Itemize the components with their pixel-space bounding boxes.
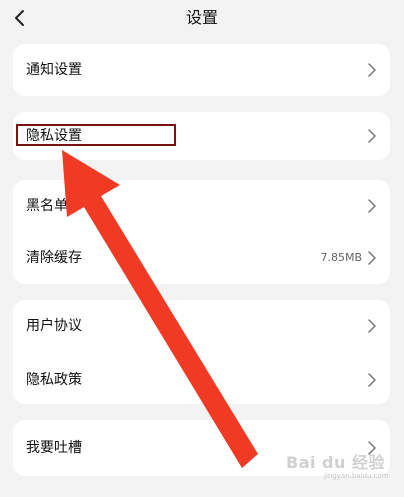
row-label: 用户协议 [26,318,82,334]
row-user-agreement[interactable]: 用户协议 [13,302,390,350]
header: 设置 [0,0,404,36]
cache-size-value: 7.85MB [320,251,362,264]
row-label: 黑名单 [26,198,68,214]
row-notification-settings[interactable]: 通知设置 [13,46,390,94]
chevron-right-icon [368,199,376,213]
page-title: 设置 [185,8,218,27]
chevron-right-icon [368,373,376,387]
row-privacy-policy[interactable]: 隐私政策 [13,356,390,404]
chevron-right-icon [368,319,376,333]
row-clear-cache[interactable]: 清除缓存 7.85MB [13,234,390,282]
row-blacklist[interactable]: 黑名单 [13,182,390,230]
settings-group-legal: 用户协议 隐私政策 [13,300,390,404]
chevron-right-icon [368,129,376,143]
row-label: 我要吐槽 [26,440,82,456]
row-label: 通知设置 [26,62,82,78]
settings-group-notifications: 通知设置 [13,44,390,96]
chevron-right-icon [368,63,376,77]
watermark-logo: Bai du 经验 [286,453,385,472]
highlight-box [16,124,176,146]
chevron-right-icon [368,251,376,265]
row-label: 隐私政策 [26,372,82,388]
watermark-url: jingyan.baidu.com [324,472,389,480]
settings-group-storage: 黑名单 清除缓存 7.85MB [13,180,390,284]
row-label: 清除缓存 [26,250,82,266]
